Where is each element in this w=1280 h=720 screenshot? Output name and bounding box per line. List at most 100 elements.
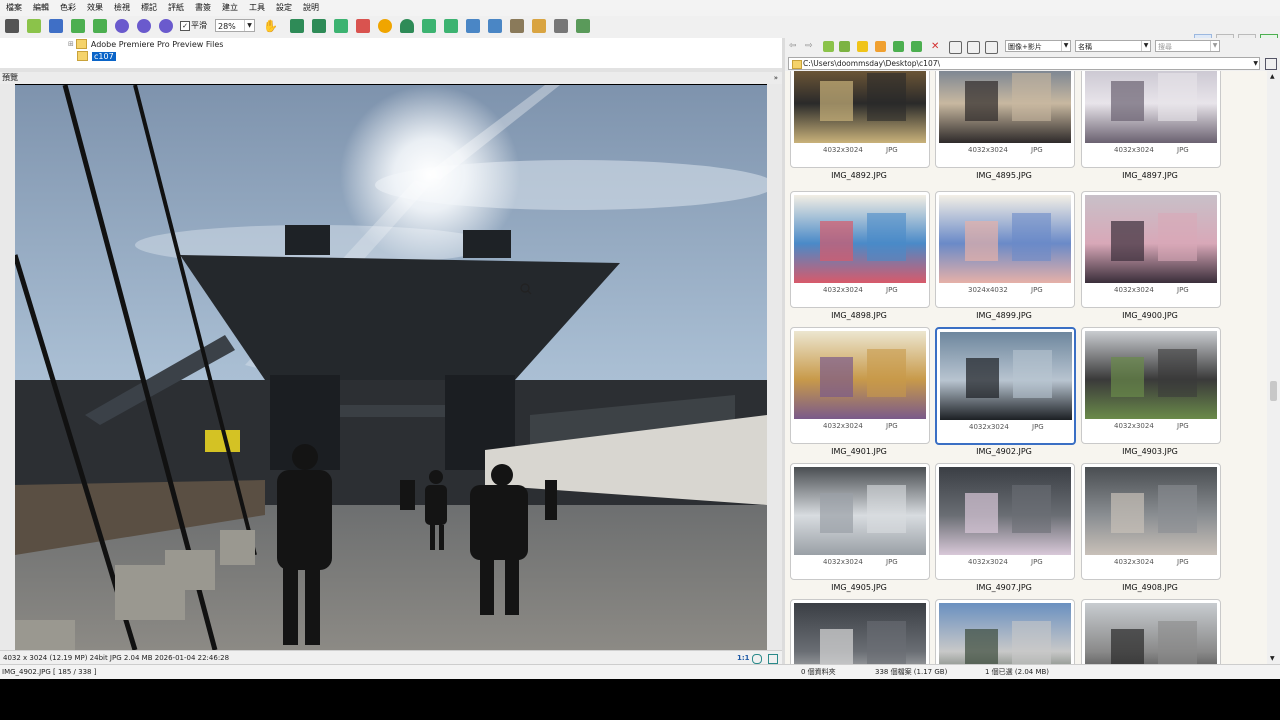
open-folder-icon[interactable] <box>27 19 41 33</box>
image-dimensions: 4032x3024 <box>1114 286 1154 294</box>
scrollbar[interactable]: ▲ ▼ <box>1267 71 1280 664</box>
thumbnail-card[interactable]: 4032x3024 JPG <box>1081 327 1221 444</box>
back-icon[interactable]: ⇦ <box>789 41 800 52</box>
color-icon[interactable] <box>356 19 370 33</box>
thumbnail-card[interactable] <box>935 599 1075 664</box>
thumbnail-card[interactable]: 4032x3024 JPG <box>935 327 1076 445</box>
collapse-icon[interactable]: » <box>774 72 778 84</box>
scan-icon[interactable] <box>576 19 590 33</box>
grid-view-icon[interactable] <box>949 41 962 54</box>
tree-item-selected[interactable]: c107 <box>68 50 116 62</box>
compare-icon[interactable] <box>488 19 502 33</box>
rotate-left-icon[interactable] <box>422 19 436 33</box>
menu-item[interactable]: 書簽 <box>189 0 216 16</box>
folder-orange-icon[interactable] <box>875 41 886 52</box>
thumbnail-card[interactable]: 4032x3024 JPG <box>1081 71 1221 168</box>
thumbnail-card[interactable]: 4032x3024 JPG <box>790 191 930 308</box>
resize-icon[interactable] <box>290 19 304 33</box>
scroll-thumb[interactable] <box>1270 381 1277 401</box>
thumbnail-card[interactable]: 4032x3024 JPG <box>935 71 1075 168</box>
print-icon[interactable] <box>554 19 568 33</box>
file-type: JPG <box>886 146 898 154</box>
folder-green-icon[interactable] <box>839 41 850 52</box>
menu-item[interactable]: 評紙 <box>162 0 189 16</box>
address-bar: C:\Users\doommsday\Desktop\c107\ ▼ <box>785 56 1280 71</box>
up-folder-icon[interactable] <box>823 41 834 52</box>
zoom-ratio[interactable]: 1:1 <box>737 651 750 665</box>
menu-item[interactable]: 效果 <box>81 0 108 16</box>
thumbnail-card[interactable] <box>1081 599 1221 664</box>
save-icon[interactable] <box>49 19 63 33</box>
save-as-icon[interactable] <box>71 19 85 33</box>
adjust-icon[interactable] <box>334 19 348 33</box>
rotate-right-icon[interactable] <box>444 19 458 33</box>
thumbnail-card[interactable]: 4032x3024 JPG <box>1081 191 1221 308</box>
file-type: JPG <box>886 422 898 430</box>
fullscreen-icon[interactable] <box>768 654 778 664</box>
file-name: IMG_4902.JPG <box>976 447 1032 456</box>
search-placeholder: 搜尋 <box>1158 43 1172 51</box>
delete-icon[interactable]: ✕ <box>931 41 942 52</box>
export-icon[interactable] <box>93 19 107 33</box>
menu-item[interactable]: 設定 <box>270 0 297 16</box>
thumbnail-card[interactable]: 4032x3024 JPG <box>1081 463 1221 580</box>
paint-icon[interactable] <box>532 19 546 33</box>
thumbnail-card[interactable]: 4032x3024 JPG <box>790 463 930 580</box>
zoom-in-icon[interactable] <box>115 19 129 33</box>
file-type: JPG <box>886 286 898 294</box>
fit-icon[interactable] <box>159 19 173 33</box>
image-preview[interactable] <box>15 85 767 650</box>
status-file: IMG_4902.JPG [ 185 / 338 ] <box>2 668 97 676</box>
preview-margin <box>767 84 782 650</box>
batch-icon[interactable] <box>510 19 524 33</box>
camera-icon[interactable] <box>5 19 19 33</box>
zoom-select[interactable]: 28% ▼ <box>215 19 255 32</box>
menu-item[interactable]: 色彩 <box>54 0 81 16</box>
move-icon[interactable] <box>911 41 922 52</box>
menu-item[interactable]: 檔案 <box>0 0 27 16</box>
hand-tool-icon[interactable]: ✋ <box>263 19 278 33</box>
forward-icon[interactable]: ⇨ <box>805 41 816 52</box>
menu-item[interactable]: 標記 <box>135 0 162 16</box>
details-view-icon[interactable] <box>985 41 998 54</box>
file-name: IMG_4898.JPG <box>831 311 887 320</box>
expand-icon: ⊞ <box>68 40 74 48</box>
thumbnail-card[interactable]: 4032x3024 JPG <box>935 463 1075 580</box>
image-dimensions: 4032x3024 <box>1114 422 1154 430</box>
scroll-up-icon[interactable]: ▲ <box>1270 73 1275 80</box>
thumbnail-card[interactable]: 4032x3024 JPG <box>790 327 930 444</box>
image-dimensions: 4032x3024 <box>968 146 1008 154</box>
image-dimensions: 4032x3024 <box>969 423 1009 431</box>
smooth-checkbox[interactable]: ✓ 平滑 <box>180 20 207 31</box>
zoom-out-icon[interactable] <box>137 19 151 33</box>
fit-icon[interactable] <box>752 654 762 664</box>
path-input[interactable]: C:\Users\doommsday\Desktop\c107\ ▼ <box>788 57 1260 70</box>
file-name: IMG_4900.JPG <box>1122 311 1178 320</box>
thumbnail-card[interactable]: 3024x4032 JPG <box>935 191 1075 308</box>
scroll-down-icon[interactable]: ▼ <box>1270 655 1275 662</box>
copy-icon[interactable] <box>893 41 904 52</box>
menu-item[interactable]: 建立 <box>216 0 243 16</box>
filter-select[interactable]: 圖像+影片 ▼ <box>1005 40 1071 52</box>
file-name: IMG_4901.JPG <box>831 447 887 456</box>
crop-icon[interactable] <box>312 19 326 33</box>
list-view-icon[interactable] <box>967 41 980 54</box>
person-icon[interactable] <box>400 19 414 33</box>
thumbnail-card[interactable] <box>790 599 930 664</box>
view-options-icon[interactable] <box>1265 58 1277 70</box>
menu-item[interactable]: 編輯 <box>27 0 54 16</box>
thumbnail-image <box>794 467 926 555</box>
menu-bar: 檔案 編輯 色彩 效果 檢視 標記 評紙 書簽 建立 工具 設定 說明 <box>0 0 1280 16</box>
thumbnail-card[interactable]: 4032x3024 JPG <box>790 71 930 168</box>
tree-item[interactable]: ⊞ Adobe Premiere Pro Preview Files <box>68 38 223 50</box>
menu-item[interactable]: 工具 <box>243 0 270 16</box>
menu-item[interactable]: 檢視 <box>108 0 135 16</box>
search-input[interactable]: 搜尋 ▼ <box>1155 40 1220 52</box>
folder-yellow-icon[interactable] <box>857 41 868 52</box>
menu-item[interactable]: 說明 <box>297 0 324 16</box>
effects-icon[interactable] <box>378 19 392 33</box>
thumbnail-image <box>1085 603 1217 664</box>
slideshow-icon[interactable] <box>466 19 480 33</box>
thumbnail-image <box>939 603 1071 664</box>
sort-select[interactable]: 名稱 ▼ <box>1075 40 1151 52</box>
